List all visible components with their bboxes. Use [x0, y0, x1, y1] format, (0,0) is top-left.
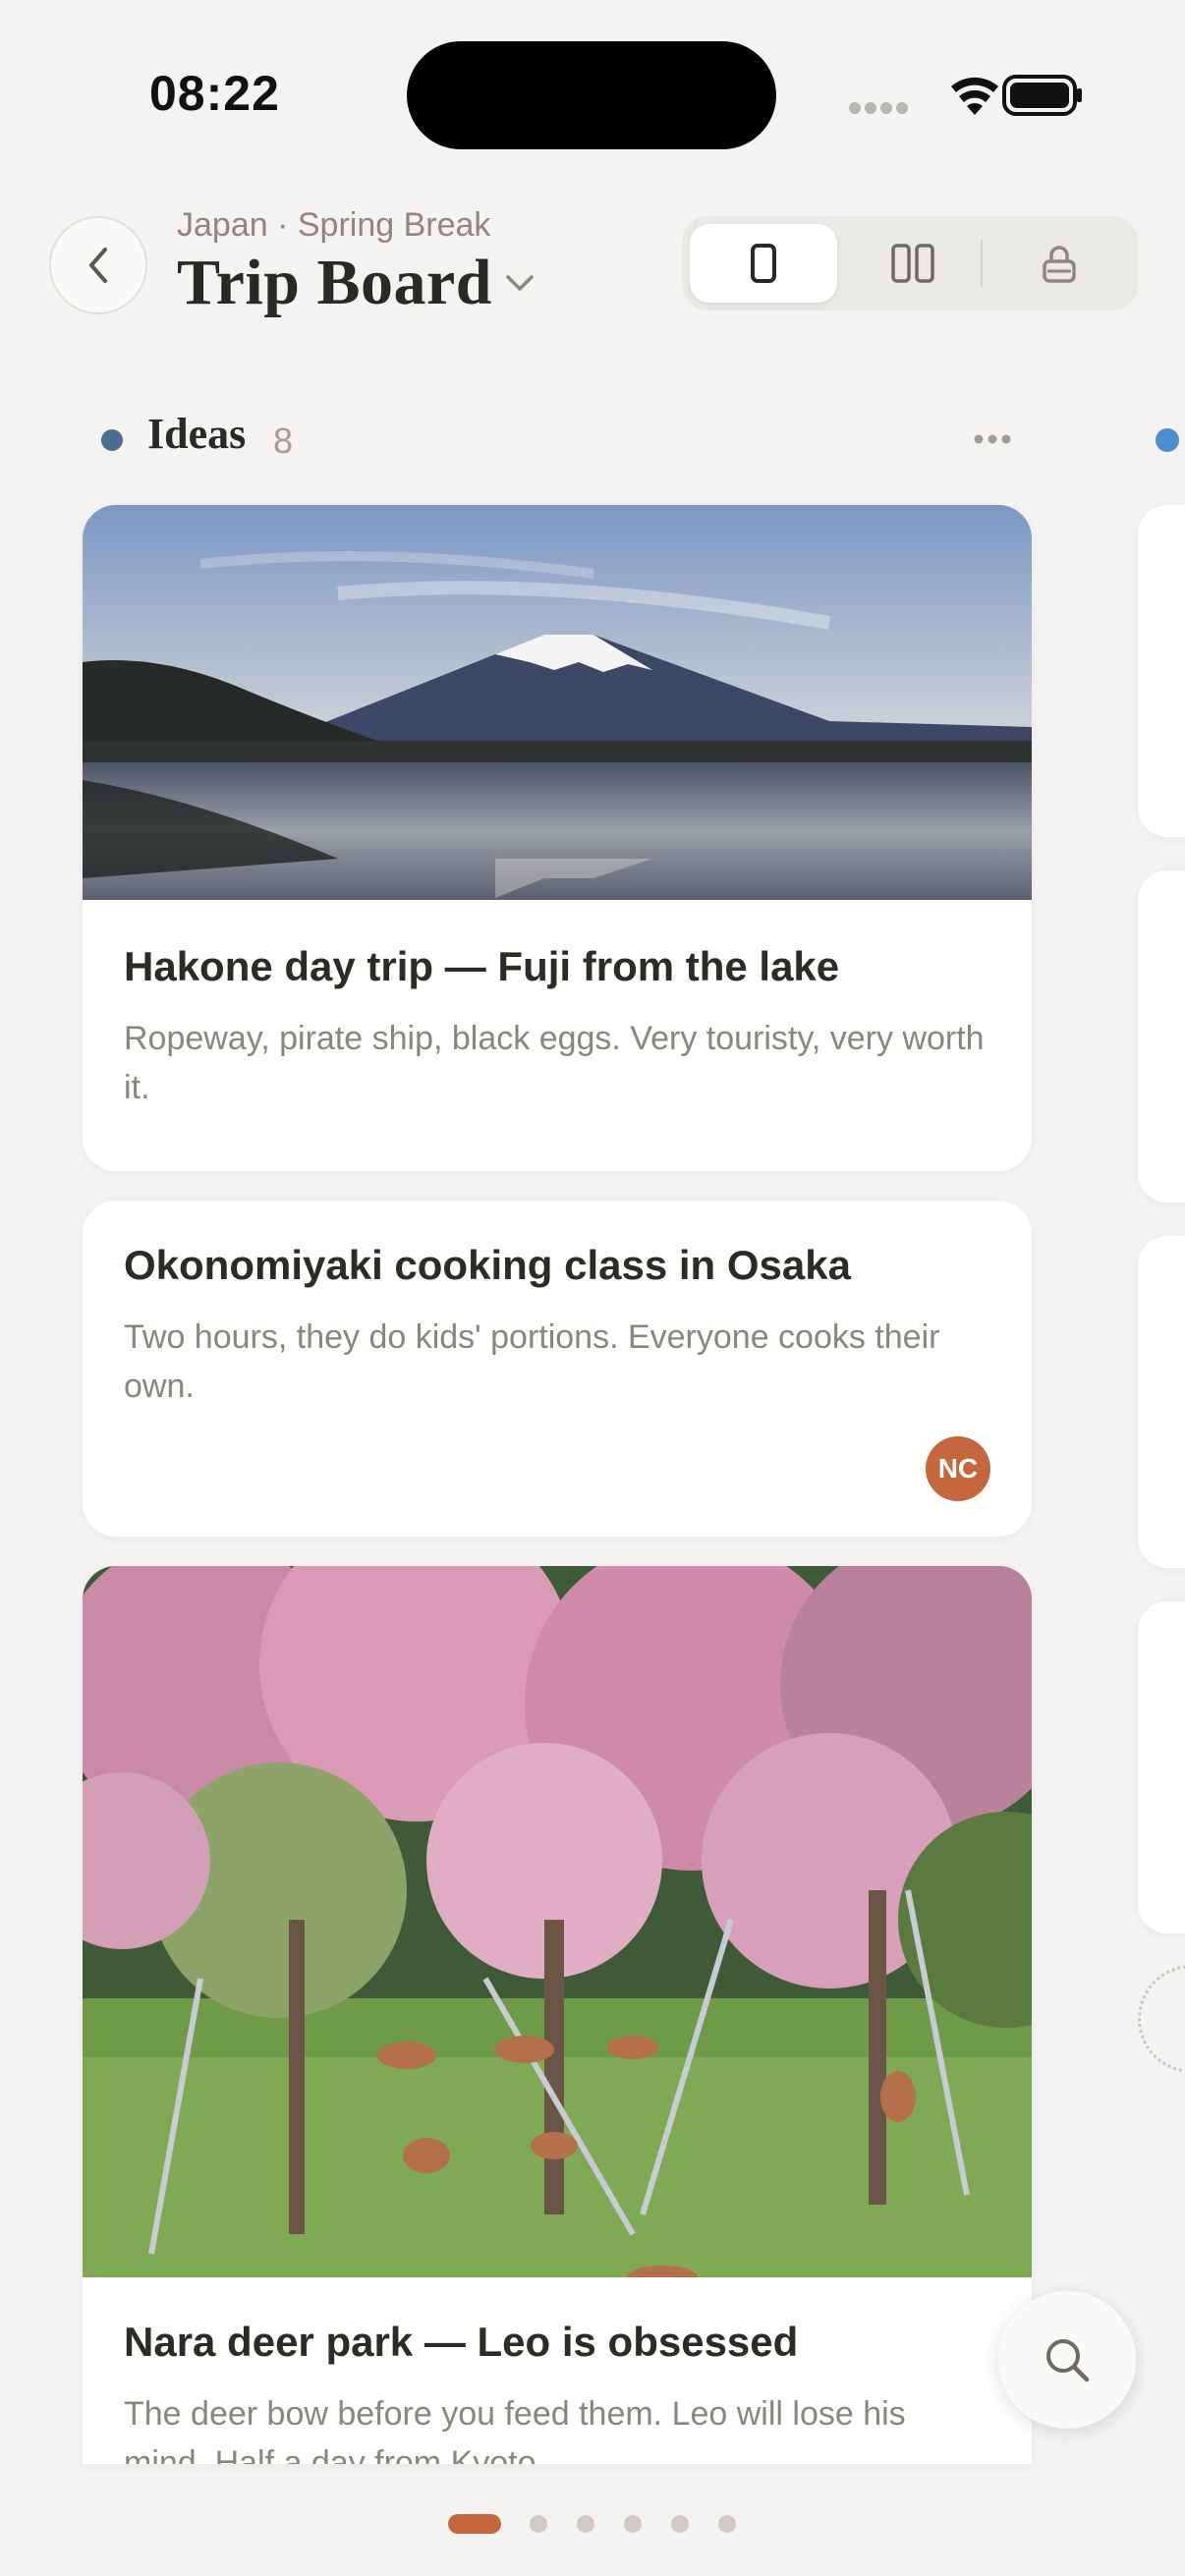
- card-description: Two hours, they do kids' portions. Every…: [124, 1318, 940, 1405]
- lock-view-button[interactable]: [988, 224, 1130, 303]
- nara-deer-park-photo: [83, 1566, 1032, 2277]
- mount-fuji-lake-photo: [83, 505, 1032, 900]
- column-count: 8: [273, 420, 294, 461]
- page-dot: [530, 2515, 547, 2533]
- page-dot: [671, 2515, 689, 2533]
- next-column-card[interactable]: [1138, 1601, 1185, 1933]
- wifi-icon: [951, 77, 998, 115]
- page-dot: [624, 2515, 642, 2533]
- next-column-card[interactable]: [1138, 870, 1185, 1203]
- card-description: The deer bow before you feed them. Leo w…: [124, 2395, 906, 2464]
- page-dot-active: [448, 2514, 501, 2534]
- dynamic-island: [407, 41, 776, 149]
- trip-board-screen: 08:22 Japan · Spring Break Trip Board Id…: [0, 0, 1185, 2576]
- status-time: 08:22: [149, 66, 280, 121]
- add-card-placeholder[interactable]: [1138, 1965, 1185, 2073]
- column-color-dot: [101, 429, 123, 451]
- two-column-view-button[interactable]: [839, 224, 987, 303]
- view-switch: [682, 216, 1138, 310]
- search-button[interactable]: [998, 2291, 1136, 2429]
- two-column-icon: [891, 244, 934, 283]
- column-title: Ideas: [147, 410, 247, 458]
- page-indicator[interactable]: [448, 2513, 743, 2535]
- battery-icon: [1002, 75, 1082, 116]
- board-title[interactable]: Trip Board: [177, 246, 492, 320]
- lock-icon: [1043, 246, 1076, 283]
- card-title: Hakone day trip — Fuji from the lake: [124, 943, 840, 989]
- next-column-card[interactable]: [1138, 1236, 1185, 1568]
- card-nara[interactable]: Nara deer park — Leo is obsessed The dee…: [83, 1566, 1032, 2464]
- status-icons: [847, 71, 1083, 120]
- single-column-view-button[interactable]: [690, 224, 837, 303]
- chevron-left-icon: [89, 248, 107, 283]
- chevron-down-icon[interactable]: [503, 271, 536, 295]
- search-icon: [1046, 2339, 1090, 2382]
- next-column-card[interactable]: [1138, 505, 1185, 837]
- single-column-icon: [751, 244, 776, 283]
- back-button[interactable]: [49, 216, 147, 314]
- more-options-icon[interactable]: [973, 432, 1012, 446]
- avatar: NC: [926, 1436, 990, 1501]
- view-switch-divider: [981, 240, 983, 287]
- next-column-dot: [1156, 428, 1179, 452]
- card-hakone[interactable]: Hakone day trip — Fuji from the lake Rop…: [83, 505, 1032, 1171]
- page-dot: [577, 2515, 594, 2533]
- cellular-signal-icon: [849, 102, 908, 114]
- card-description: Ropeway, pirate ship, black eggs. Very t…: [124, 1020, 985, 1106]
- card-title: Nara deer park — Leo is obsessed: [124, 2319, 799, 2365]
- card-title: Okonomiyaki cooking class in Osaka: [124, 1242, 851, 1288]
- board-subtitle: Japan · Spring Break: [177, 206, 491, 244]
- card-okonomiyaki[interactable]: Okonomiyaki cooking class in Osaka Two h…: [83, 1201, 1032, 1537]
- page-dot: [718, 2515, 736, 2533]
